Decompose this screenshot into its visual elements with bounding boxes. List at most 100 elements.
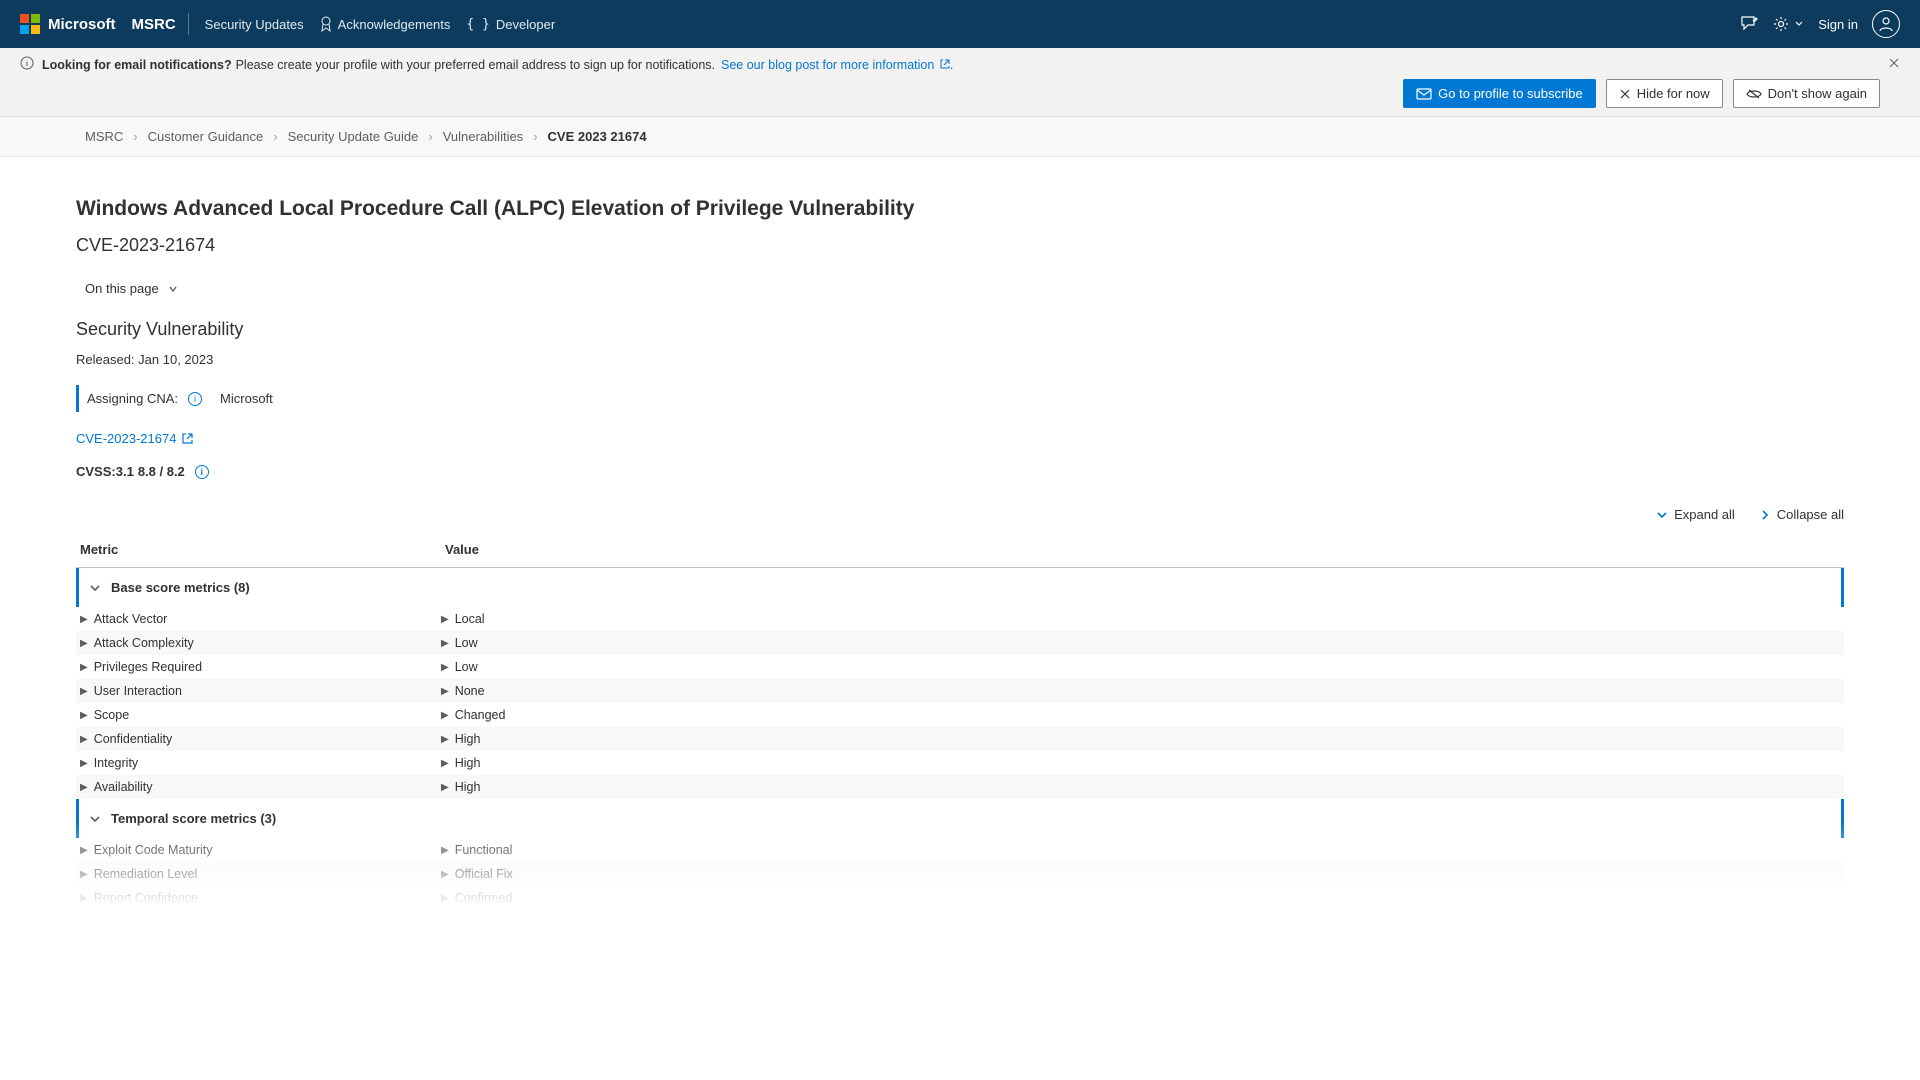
cvss-score: 8.8 / 8.2: [138, 464, 185, 479]
triangle-right-icon: ▶: [80, 758, 88, 769]
metric-value[interactable]: ▶Low: [441, 636, 478, 650]
metric-name[interactable]: ▶Availability: [80, 780, 441, 794]
crumb-vulnerabilities[interactable]: Vulnerabilities: [443, 129, 523, 144]
notification-link[interactable]: See our blog post for more information .: [721, 58, 953, 72]
subscribe-button-label: Go to profile to subscribe: [1438, 86, 1583, 101]
on-this-page-dropdown[interactable]: On this page: [76, 276, 188, 301]
mail-icon: [1416, 88, 1432, 100]
collapse-all-button[interactable]: Collapse all: [1759, 507, 1844, 522]
avatar[interactable]: [1872, 10, 1900, 38]
expand-collapse-bar: Expand all Collapse all: [76, 507, 1844, 522]
chevron-down-icon: [89, 582, 101, 594]
settings-dropdown[interactable]: [1772, 15, 1804, 33]
metric-name[interactable]: ▶Integrity: [80, 756, 441, 770]
microsoft-logo[interactable]: Microsoft: [20, 14, 116, 34]
metric-name[interactable]: ▶Attack Complexity: [80, 636, 441, 650]
table-row: ▶Availability▶High: [76, 775, 1844, 799]
cve-external-link[interactable]: CVE-2023-21674: [76, 431, 193, 446]
metric-name[interactable]: ▶Scope: [80, 708, 441, 722]
metric-value[interactable]: ▶High: [441, 756, 480, 770]
metric-value[interactable]: ▶Changed: [441, 708, 505, 722]
info-tooltip-icon[interactable]: i: [188, 392, 202, 406]
expand-all-label: Expand all: [1674, 507, 1735, 522]
assigning-label: Assigning CNA:: [87, 391, 178, 406]
on-this-page-label: On this page: [85, 281, 159, 296]
metric-name[interactable]: ▶Confidentiality: [80, 732, 441, 746]
nav-developer[interactable]: { } Developer: [466, 17, 555, 32]
triangle-right-icon: ▶: [441, 758, 449, 769]
metrics-table-header: Metric Value: [76, 532, 1844, 568]
base-metrics-list: ▶Attack Vector▶Local▶Attack Complexity▶L…: [76, 607, 1844, 799]
col-value-header: Value: [445, 542, 1840, 557]
expand-all-button[interactable]: Expand all: [1656, 507, 1735, 522]
assigning-cna: Assigning CNA: i Microsoft: [76, 385, 1844, 412]
table-row: ▶Exploit Code Maturity▶Functional: [76, 838, 1844, 862]
released-line: Released: Jan 10, 2023: [76, 352, 1844, 367]
metric-value[interactable]: ▶Local: [441, 612, 485, 626]
nav-developer-label: Developer: [496, 17, 555, 32]
metric-name[interactable]: ▶Attack Vector: [80, 612, 441, 626]
notification-title: Looking for email notifications?: [42, 58, 232, 72]
metric-value[interactable]: ▶Low: [441, 660, 478, 674]
metric-value[interactable]: ▶High: [441, 732, 480, 746]
external-link-icon: [182, 433, 193, 444]
triangle-right-icon: ▶: [80, 614, 88, 625]
dont-show-button[interactable]: Don't show again: [1733, 79, 1880, 108]
crumb-customer-guidance[interactable]: Customer Guidance: [148, 129, 264, 144]
close-notification-icon[interactable]: [1888, 57, 1900, 72]
chevron-down-icon: [167, 283, 179, 295]
metric-name[interactable]: ▶Report Confidence: [80, 891, 441, 905]
metric-name[interactable]: ▶Exploit Code Maturity: [80, 843, 441, 857]
nav-acknowledgements-label: Acknowledgements: [338, 17, 451, 32]
chevron-right-icon: [1759, 509, 1771, 521]
chevron-down-icon: [89, 813, 101, 825]
table-row: ▶User Interaction▶None: [76, 679, 1844, 703]
section-heading: Security Vulnerability: [76, 319, 1844, 340]
metric-value[interactable]: ▶None: [441, 684, 485, 698]
metric-name[interactable]: ▶Privileges Required: [80, 660, 441, 674]
group-temporal-score[interactable]: Temporal score metrics (3): [76, 799, 1844, 838]
group-base-score[interactable]: Base score metrics (8): [76, 568, 1844, 607]
user-icon: [1878, 16, 1894, 32]
sign-in-link[interactable]: Sign in: [1818, 17, 1858, 32]
crumb-msrc[interactable]: MSRC: [85, 129, 123, 144]
crumb-current: CVE 2023 21674: [548, 129, 647, 144]
feedback-icon[interactable]: [1740, 15, 1758, 33]
triangle-right-icon: ▶: [441, 662, 449, 673]
microsoft-icon: [20, 14, 40, 34]
table-row: ▶Remediation Level▶Official Fix: [76, 862, 1844, 886]
ribbon-icon: [320, 16, 332, 32]
cvss-label: CVSS:3.1: [76, 464, 134, 479]
released-label: Released:: [76, 352, 135, 367]
nav-security-updates[interactable]: Security Updates: [205, 17, 304, 32]
triangle-right-icon: ▶: [441, 686, 449, 697]
metric-value[interactable]: ▶High: [441, 780, 480, 794]
cvss-line: CVSS:3.1 8.8 / 8.2 i: [76, 464, 1844, 479]
group-temporal-score-label: Temporal score metrics (3): [111, 811, 276, 826]
col-metric-header: Metric: [80, 542, 445, 557]
nav-acknowledgements[interactable]: Acknowledgements: [320, 16, 451, 32]
table-row: ▶Scope▶Changed: [76, 703, 1844, 727]
metric-value[interactable]: ▶Confirmed: [441, 891, 512, 905]
temporal-metrics-list: ▶Exploit Code Maturity▶Functional▶Remedi…: [76, 838, 1844, 910]
info-tooltip-icon[interactable]: i: [195, 465, 209, 479]
chevron-down-icon: [1794, 19, 1804, 29]
triangle-right-icon: ▶: [441, 734, 449, 745]
metric-value[interactable]: ▶Functional: [441, 843, 512, 857]
crumb-sug[interactable]: Security Update Guide: [288, 129, 419, 144]
subscribe-button[interactable]: Go to profile to subscribe: [1403, 79, 1596, 108]
triangle-right-icon: ▶: [441, 869, 449, 880]
triangle-right-icon: ▶: [80, 710, 88, 721]
hide-button-label: Hide for now: [1637, 86, 1710, 101]
metric-name[interactable]: ▶User Interaction: [80, 684, 441, 698]
page-title: Windows Advanced Local Procedure Call (A…: [76, 197, 1844, 221]
nav-msrc[interactable]: MSRC: [132, 16, 176, 33]
triangle-right-icon: ▶: [441, 638, 449, 649]
metric-name[interactable]: ▶Remediation Level: [80, 867, 441, 881]
chevron-right-icon: ›: [133, 129, 137, 144]
hide-button[interactable]: Hide for now: [1606, 79, 1723, 108]
triangle-right-icon: ▶: [80, 845, 88, 856]
gear-icon: [1772, 15, 1790, 33]
triangle-right-icon: ▶: [80, 782, 88, 793]
metric-value[interactable]: ▶Official Fix: [441, 867, 513, 881]
